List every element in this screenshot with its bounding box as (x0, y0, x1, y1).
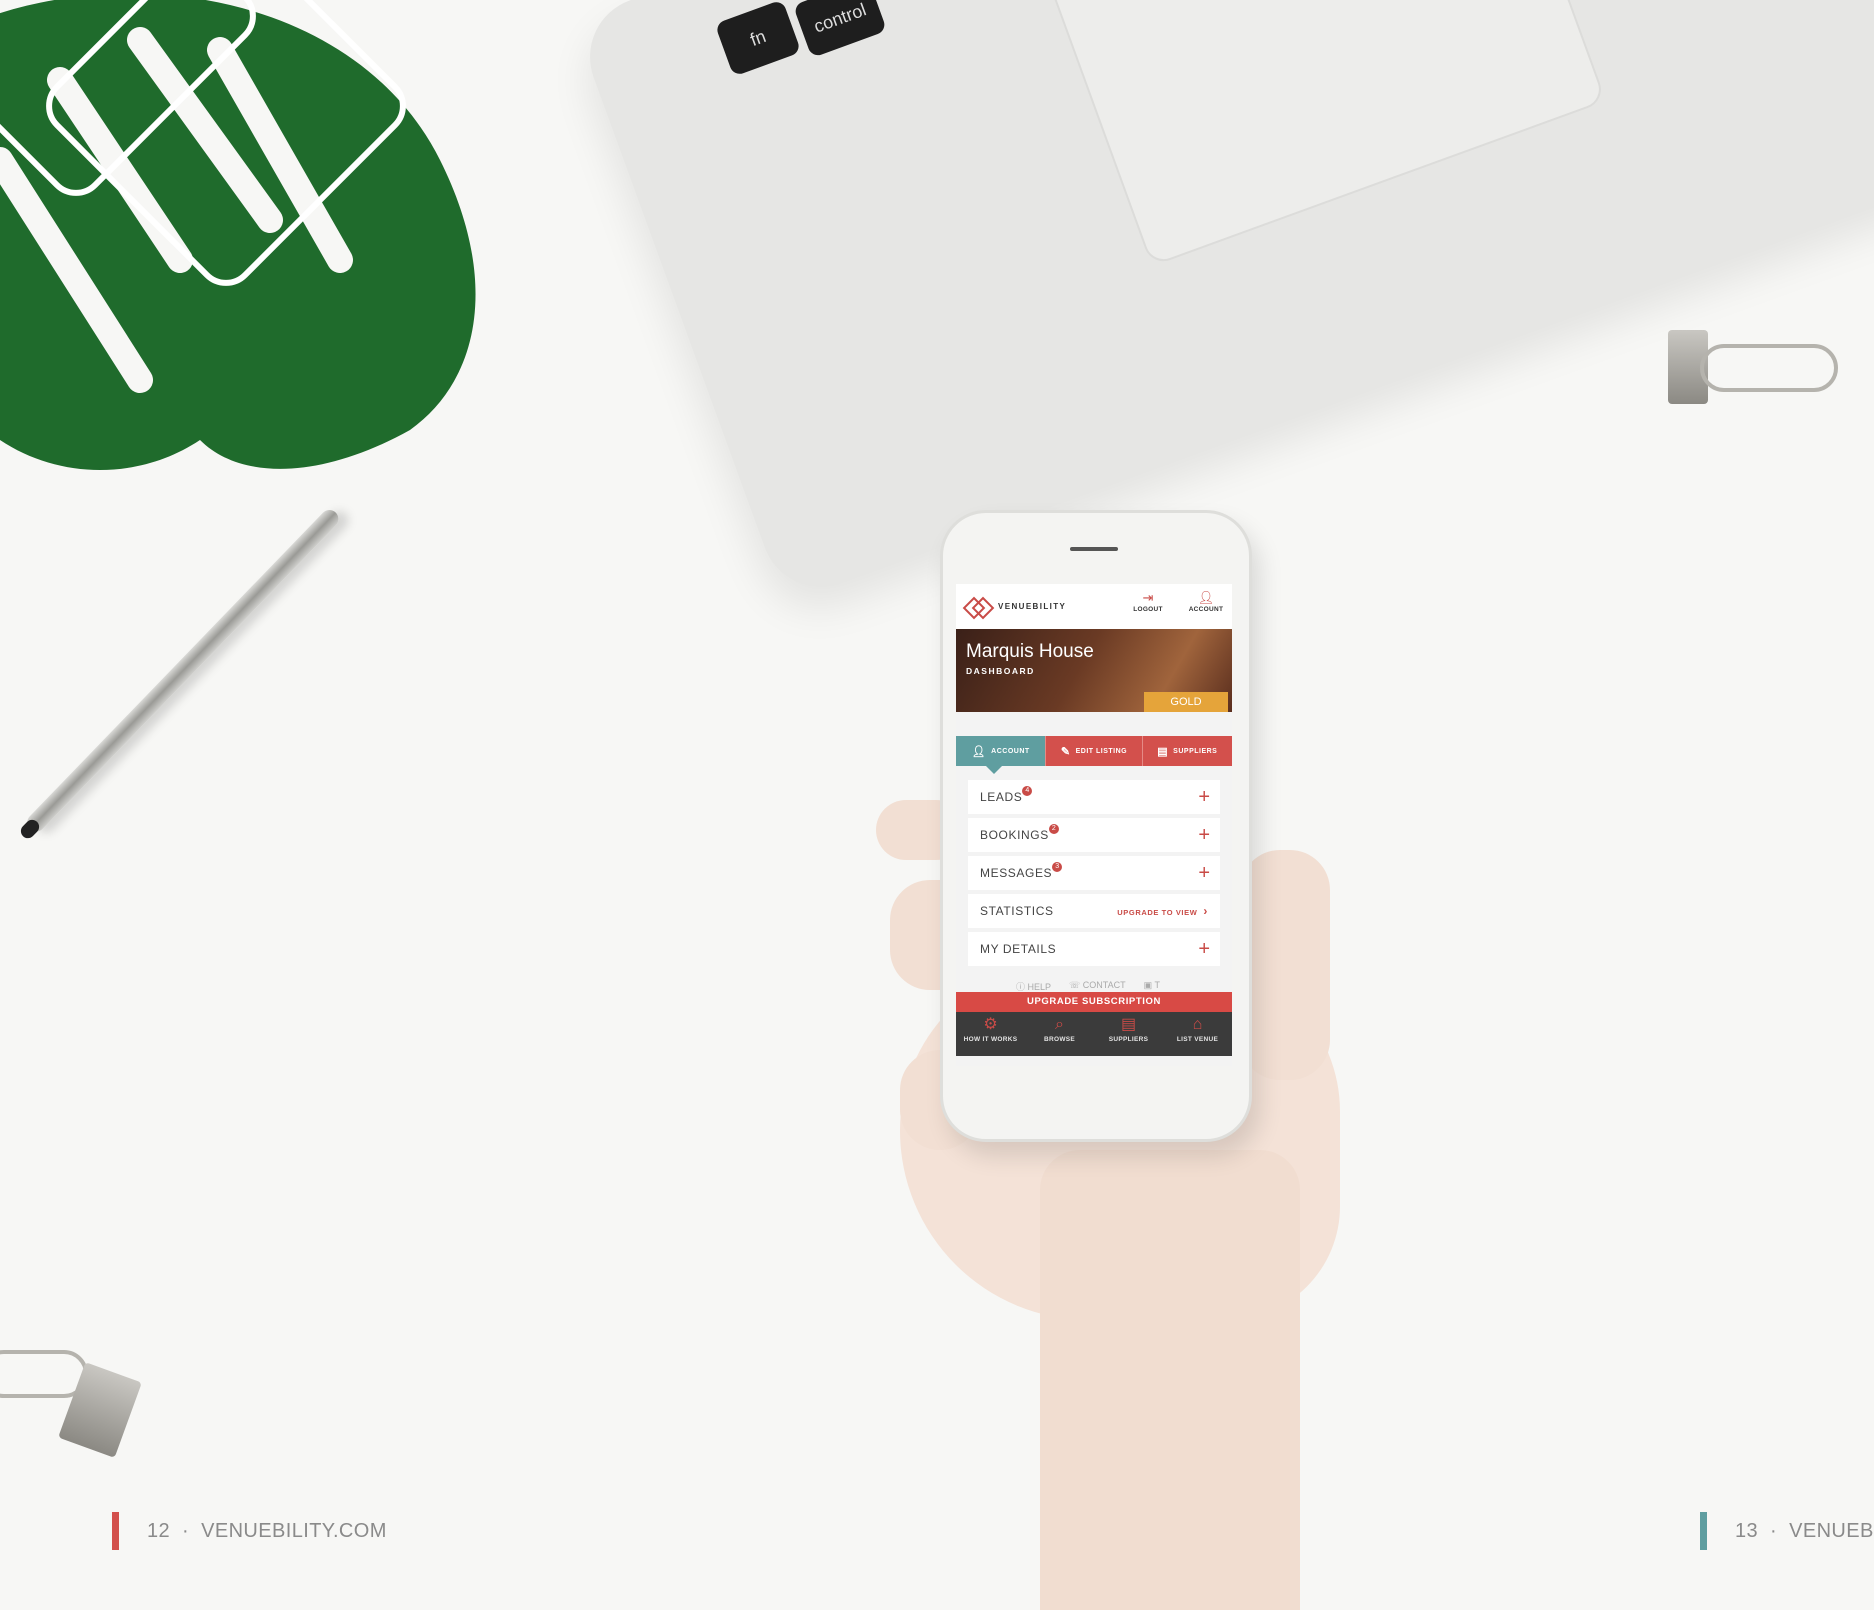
document-icon: ▤ (1157, 745, 1169, 758)
page-number: 13 (1735, 1519, 1759, 1542)
nav-suppliers[interactable]: ▤ SUPPLIERS (1094, 1012, 1163, 1056)
app-header: VENUEBILITY ⇥ LOGOUT 👤︎ ACCOUNT (956, 584, 1232, 629)
separator: · (182, 1519, 190, 1542)
tier-badge: GOLD (1144, 692, 1228, 712)
dashboard-tabs: 👤︎ ACCOUNT ✎ EDIT LISTING ▤ SUPPLIERS (956, 736, 1232, 774)
notification-badge: 4 (1022, 786, 1033, 796)
phone-speaker (1070, 547, 1118, 551)
notification-badge: 3 (1052, 862, 1063, 872)
site-url[interactable]: VENUEBILITY.COM (201, 1520, 387, 1543)
page-footer-left: 12 · VENUEBILITY.COM (112, 1512, 387, 1550)
brand-name: VENUEBILITY (998, 602, 1067, 611)
thumb (1240, 850, 1330, 1080)
notification-badge: 2 (1048, 824, 1059, 834)
accent-bar (112, 1512, 119, 1550)
tab-account[interactable]: 👤︎ ACCOUNT (956, 736, 1046, 774)
menu-item-bookings[interactable]: BOOKINGS 2 + (968, 818, 1220, 852)
venue-name: Marquis House (966, 641, 1094, 662)
pen (18, 506, 343, 842)
user-icon: 👤︎ (1197, 590, 1215, 605)
accent-bar (1700, 1512, 1707, 1550)
edit-icon: ✎ (1060, 745, 1071, 758)
diamond-logo-icon (962, 596, 995, 619)
bottom-nav: ⚙ HOW IT WORKS ⌕ BROWSE ▤ SUPPLIERS ⌂ LI… (956, 1012, 1232, 1056)
menu-item-leads[interactable]: LEADS 4 + (968, 780, 1220, 814)
expand-plus-icon[interactable]: + (1198, 938, 1210, 961)
menu-item-statistics[interactable]: STATISTICS UPGRADE TO VIEW › (968, 894, 1220, 928)
desk-scene: fn control VENUEBILITY ⇥ LOGOUT 👤︎ ACCOU… (0, 0, 1874, 1610)
expand-plus-icon[interactable]: + (1198, 824, 1210, 847)
document-icon: ▤ (1120, 1016, 1137, 1033)
app-screen: VENUEBILITY ⇥ LOGOUT 👤︎ ACCOUNT Marquis … (956, 584, 1232, 1066)
tab-suppliers[interactable]: ▤ SUPPLIERS (1141, 736, 1232, 766)
menu-item-messages[interactable]: MESSAGES 3 + (968, 856, 1220, 890)
separator: · (1770, 1519, 1778, 1542)
nav-list-venue[interactable]: ⌂ LIST VENUE (1163, 1012, 1232, 1056)
tab-edit-listing[interactable]: ✎ EDIT LISTING (1045, 736, 1142, 766)
smartphone: VENUEBILITY ⇥ LOGOUT 👤︎ ACCOUNT Marquis … (940, 510, 1252, 1142)
page-title: DASHBOARD (966, 666, 1035, 676)
logout-icon: ⇥ (1142, 590, 1154, 605)
arm (1040, 1150, 1300, 1610)
brand-logo[interactable]: VENUEBILITY (962, 596, 1067, 619)
chevron-right-icon: › (1203, 904, 1208, 918)
search-icon: ⌕ (1055, 1016, 1064, 1033)
venue-banner: Marquis House DASHBOARD GOLD (956, 629, 1232, 712)
account-button[interactable]: 👤︎ ACCOUNT (1186, 590, 1226, 613)
user-icon: 👤︎ (971, 745, 987, 758)
expand-plus-icon[interactable]: + (1198, 786, 1210, 809)
building-icon: ⌂ (1192, 1016, 1203, 1033)
dashboard-menu: LEADS 4 + BOOKINGS 2 + MESSAGES 3 + STAT… (968, 780, 1220, 966)
nav-browse[interactable]: ⌕ BROWSE (1025, 1012, 1094, 1056)
upgrade-to-view-link[interactable]: UPGRADE TO VIEW › (1117, 904, 1208, 918)
logout-button[interactable]: ⇥ LOGOUT (1128, 590, 1168, 613)
expand-plus-icon[interactable]: + (1198, 862, 1210, 885)
page-number: 12 (147, 1519, 171, 1542)
nav-how-it-works[interactable]: ⚙ HOW IT WORKS (956, 1012, 1025, 1056)
site-url[interactable]: VENUEB (1789, 1520, 1874, 1543)
menu-item-my-details[interactable]: MY DETAILS + (968, 932, 1220, 966)
upgrade-subscription-button[interactable]: UPGRADE SUBSCRIPTION (956, 992, 1232, 1012)
gear-icon: ⚙ (983, 1016, 998, 1033)
page-footer-right: 13 · VENUEB (1700, 1512, 1874, 1550)
